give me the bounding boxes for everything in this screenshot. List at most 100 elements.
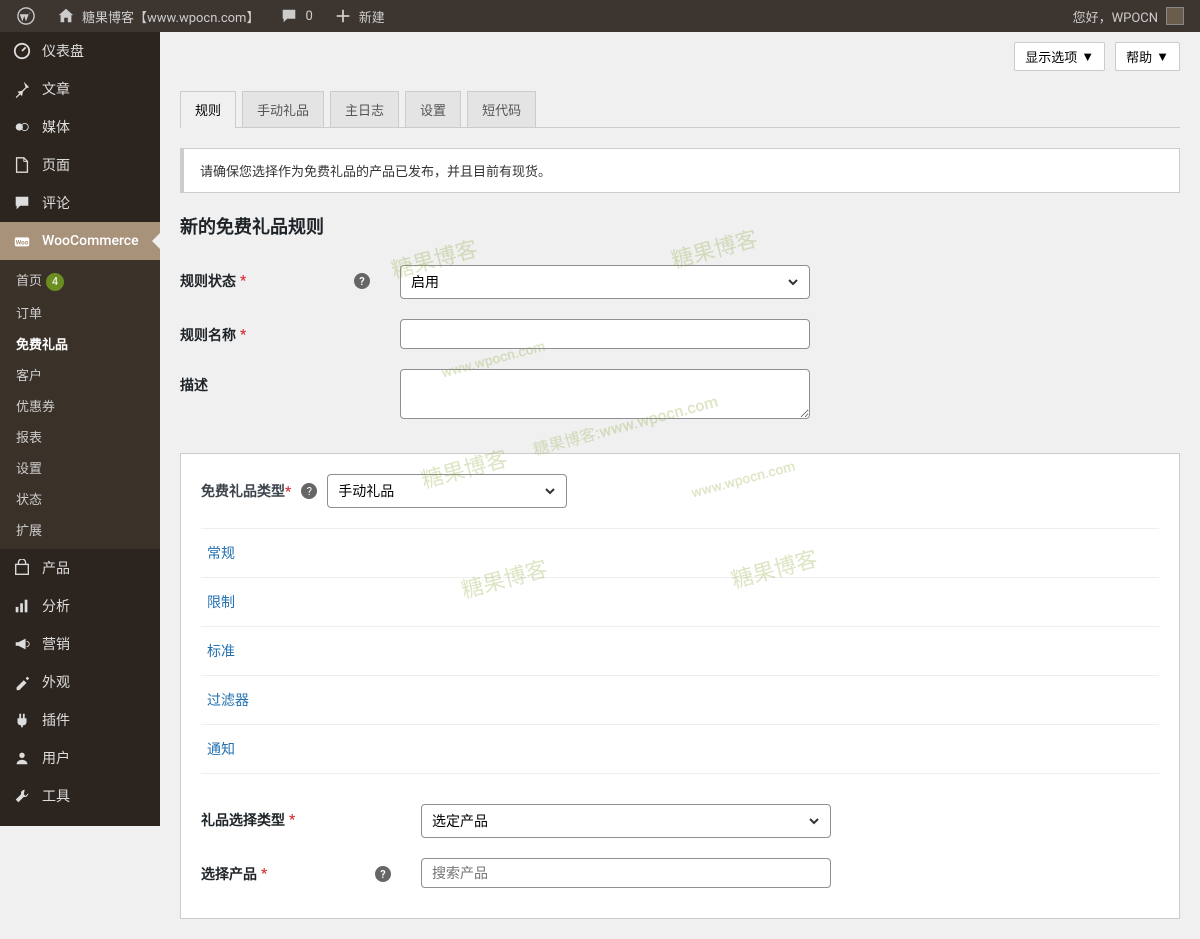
page-icon: [12, 155, 32, 175]
new-label: 新建: [359, 7, 385, 26]
sub-status[interactable]: 状态: [0, 483, 160, 514]
row-rule-status: 规则状态* ? 启用: [160, 255, 1200, 309]
sidebar-label: WooCommerce: [42, 233, 139, 249]
sub-home[interactable]: 首页4: [0, 264, 160, 297]
sidebar-item-plugins[interactable]: 插件: [0, 701, 160, 739]
subnav-standard[interactable]: 标准: [201, 627, 1159, 676]
label-select-product: 选择产品* ?: [201, 858, 401, 884]
wordpress-icon: [16, 6, 36, 26]
tab-main-log[interactable]: 主日志: [330, 91, 399, 127]
subnav-notice[interactable]: 通知: [201, 725, 1159, 774]
sidebar-item-users[interactable]: 用户: [0, 739, 160, 777]
sidebar-item-products[interactable]: 产品: [0, 549, 160, 587]
sidebar-item-media[interactable]: 媒体: [0, 108, 160, 146]
sidebar-label: 工具: [42, 786, 70, 806]
sidebar-item-comments[interactable]: 评论: [0, 184, 160, 222]
tab-manual-gifts[interactable]: 手动礼品: [242, 91, 324, 127]
label-rule-name: 规则名称*: [180, 319, 380, 345]
plus-icon: [333, 6, 353, 26]
input-rule-name[interactable]: [400, 319, 810, 349]
sidebar-label: 仪表盘: [42, 41, 84, 61]
greeting[interactable]: 您好，WPOCN: [1073, 7, 1158, 26]
subnav-general[interactable]: 常规: [201, 529, 1159, 578]
comment-icon: [279, 6, 299, 26]
comments-count: 0: [305, 9, 312, 24]
row-gift-type: 免费礼品类型* ? 手动礼品: [201, 474, 1159, 508]
dashboard-icon: [12, 41, 32, 61]
sidebar-item-woocommerce[interactable]: Woo WooCommerce: [0, 222, 160, 260]
pin-icon: [12, 79, 32, 99]
badge: 4: [46, 273, 64, 291]
site-title: 糖果博客【www.wpocn.com】: [82, 7, 259, 26]
sidebar-label: 用户: [42, 748, 70, 768]
sub-extensions[interactable]: 扩展: [0, 514, 160, 545]
woo-submenu: 首页4 订单 免费礼品 客户 优惠券 报表 设置 状态 扩展: [0, 260, 160, 549]
sub-free-gifts[interactable]: 免费礼品: [0, 328, 160, 359]
screen-options-button[interactable]: 显示选项 ▼: [1014, 42, 1105, 71]
control-description: [400, 369, 810, 423]
comments-link[interactable]: 0: [271, 0, 320, 32]
page-title: 新的免费礼品规则: [160, 213, 1200, 255]
help-icon[interactable]: ?: [375, 866, 391, 882]
sub-customers[interactable]: 客户: [0, 359, 160, 390]
sub-orders[interactable]: 订单: [0, 297, 160, 328]
subnav: 常规 限制 标准 过滤器 通知: [201, 528, 1159, 774]
media-icon: [12, 117, 32, 137]
avatar[interactable]: [1166, 7, 1184, 25]
new-content[interactable]: 新建: [325, 0, 393, 32]
admin-bar-right: 您好，WPOCN: [1073, 7, 1192, 26]
label-gift-select-type: 礼品选择类型*: [201, 804, 401, 830]
sub-reports[interactable]: 报表: [0, 421, 160, 452]
sidebar-label: 媒体: [42, 117, 70, 137]
sub-settings[interactable]: 设置: [0, 452, 160, 483]
tab-rules[interactable]: 规则: [180, 91, 236, 127]
sidebar-item-tools[interactable]: 工具: [0, 777, 160, 815]
sidebar-label: 产品: [42, 558, 70, 578]
notice-text: 请确保您选择作为免费礼品的产品已发布，并且目前有现货。: [200, 165, 551, 180]
sidebar-label: 页面: [42, 155, 70, 175]
subnav-limit[interactable]: 限制: [201, 578, 1159, 627]
admin-bar: 糖果博客【www.wpocn.com】 0 新建 您好，WPOCN: [0, 0, 1200, 32]
help-icon[interactable]: ?: [354, 273, 370, 289]
input-select-product[interactable]: [421, 858, 831, 888]
gift-type-panel: 免费礼品类型* ? 手动礼品 常规 限制 标准 过滤器 通知 礼品选择类型* 选…: [180, 453, 1180, 919]
site-link[interactable]: 糖果博客【www.wpocn.com】: [48, 0, 267, 32]
sub-coupons[interactable]: 优惠券: [0, 390, 160, 421]
select-rule-status[interactable]: 启用: [400, 265, 810, 299]
tab-shortcode[interactable]: 短代码: [467, 91, 536, 127]
sidebar-item-dashboard[interactable]: 仪表盘: [0, 32, 160, 70]
woo-icon: Woo: [12, 231, 32, 251]
select-gift-select-type[interactable]: 选定产品: [421, 804, 831, 838]
sidebar-label: 文章: [42, 79, 70, 99]
analytics-icon: [12, 596, 32, 616]
row-gift-select-type: 礼品选择类型* 选定产品: [201, 794, 1159, 848]
sidebar-label: 插件: [42, 710, 70, 730]
help-icon[interactable]: ?: [301, 483, 317, 499]
marketing-icon: [12, 634, 32, 654]
sidebar-item-analytics[interactable]: 分析: [0, 587, 160, 625]
sidebar-item-appearance[interactable]: 外观: [0, 663, 160, 701]
label-rule-status: 规则状态* ?: [180, 265, 380, 291]
required-marker: *: [261, 866, 267, 882]
row-description: 描述: [160, 359, 1200, 433]
sidebar-label: 分析: [42, 596, 70, 616]
row-select-product: 选择产品* ?: [201, 848, 1159, 898]
sidebar-item-marketing[interactable]: 营销: [0, 625, 160, 663]
product-icon: [12, 558, 32, 578]
help-button[interactable]: 帮助 ▼: [1115, 42, 1180, 71]
wp-logo[interactable]: [8, 0, 44, 32]
sidebar-label: 外观: [42, 672, 70, 692]
subnav-filter[interactable]: 过滤器: [201, 676, 1159, 725]
sidebar-item-pages[interactable]: 页面: [0, 146, 160, 184]
content-header: 显示选项 ▼ 帮助 ▼: [160, 32, 1200, 71]
comment-icon: [12, 193, 32, 213]
textarea-description[interactable]: [400, 369, 810, 419]
sidebar-item-posts[interactable]: 文章: [0, 70, 160, 108]
control-select-product: [421, 858, 831, 888]
label-gift-type: 免费礼品类型*: [201, 481, 291, 501]
tab-settings[interactable]: 设置: [405, 91, 461, 127]
select-gift-type[interactable]: 手动礼品: [327, 474, 567, 508]
control-rule-status: 启用: [400, 265, 810, 299]
required-marker: *: [285, 484, 291, 500]
home-icon: [56, 6, 76, 26]
